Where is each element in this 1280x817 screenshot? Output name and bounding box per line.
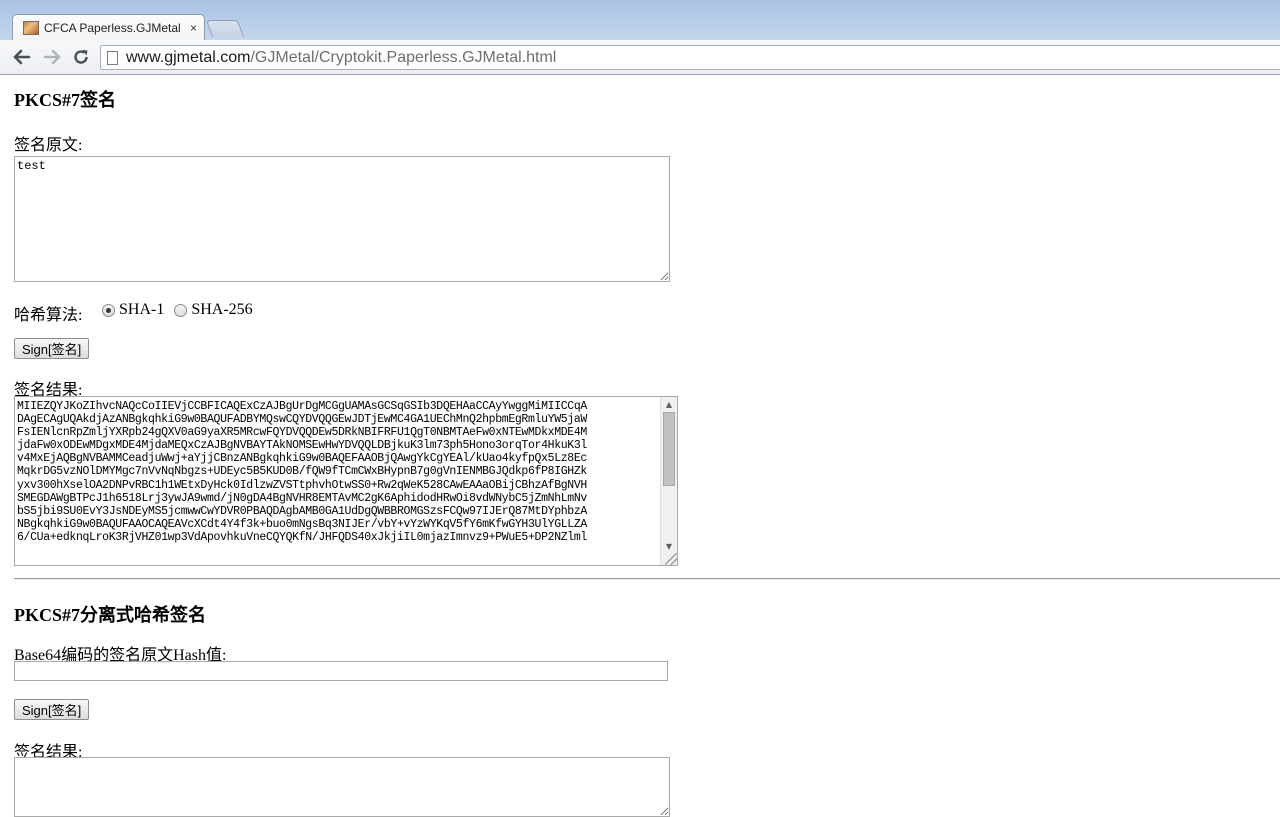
result-line: MqkrDG5vzNOlDMYMgc7nVvNqNbgzs+UDEyc5B5KU… [17, 465, 587, 479]
result-line: NBgkqhkiG9w0BAQUFAAOCAQEAVcXCdt4Y4f3k+bu… [17, 517, 587, 531]
detached-result-textarea[interactable] [14, 757, 670, 817]
forward-icon[interactable] [40, 46, 64, 68]
url-host: www.gjmetal.com [126, 48, 251, 66]
scroll-down-icon[interactable]: ▼ [661, 539, 677, 553]
radio-sha1[interactable] [102, 303, 115, 317]
url-path: /GJMetal/Cryptokit.Paperless.GJMetal.htm… [250, 48, 557, 66]
hash-input[interactable] [14, 661, 668, 681]
result-textarea[interactable]: MIIEZQYJKoZIhvcNAQcCoIIEVjCCBFICAQExCzAJ… [14, 396, 678, 566]
result-line: yxv300hXselOA2DNPvRBC1h1WEtxDyHck0IdlzwZ… [17, 478, 587, 492]
detached-sign-button[interactable]: Sign[签名] [14, 699, 90, 720]
source-textarea[interactable]: test [14, 156, 670, 282]
close-icon[interactable]: × [190, 21, 197, 35]
result-line: FsIENlcnRpZmljYXRpb24gQXV0aG9yaXR5MRcwFQ… [17, 426, 587, 440]
reload-icon[interactable] [69, 46, 93, 68]
page-icon [107, 50, 118, 65]
result-line: SMEGDAWgBTPcJ1h6518Lrj3ywJA9wmd/jN0gDA4B… [17, 491, 587, 505]
favicon-icon [23, 21, 39, 35]
sign-button[interactable]: Sign[签名] [14, 338, 90, 359]
section-title-detached-hash-sign: PKCS#7分离式哈希签名 [14, 605, 207, 625]
resize-grip-icon[interactable] [665, 553, 677, 565]
result-line: jdaFw0xODEwMDgxMDE4MjdaMEQxCzAJBgNVBAYTA… [17, 439, 587, 453]
scroll-up-icon[interactable]: ▲ [661, 397, 677, 411]
hash-algorithm-label: 哈希算法: [14, 307, 83, 324]
result-line: DAgECAgUQAkdjAzANBgkqhkiG9w0BAQUFADBYMQs… [17, 413, 587, 427]
radio-sha256-label: SHA-256 [191, 301, 253, 318]
browser-toolbar: www.gjmetal.com/GJMetal/Cryptokit.Paperl… [0, 40, 1280, 75]
radio-sha1-label: SHA-1 [119, 301, 165, 318]
new-tab-button[interactable] [205, 20, 245, 37]
address-bar[interactable]: www.gjmetal.com/GJMetal/Cryptokit.Paperl… [100, 45, 1280, 70]
hash-algorithm-group: SHA-1 SHA-256 [102, 301, 263, 319]
section-divider [14, 578, 1280, 580]
result-line: 6/CUa+edknqLroK3RjVHZ01wp3VdApovhkuVneCQ… [17, 530, 587, 544]
source-label: 签名原文: [14, 137, 83, 154]
browser-titlebar: CFCA Paperless.GJMetal C × [0, 0, 1280, 41]
tab-title: CFCA Paperless.GJMetal C [44, 21, 184, 35]
section-title-pkcs7-sign: PKCS#7签名 [14, 90, 117, 110]
result-line: bS5jbi9SU0EvY3JsNDEyMS5jcmwwCwYDVR0PBAQD… [17, 504, 587, 518]
result-line: v4MxEjAQBgNVBAMMCeadjuWwj+aYjjCBnzANBgkq… [17, 452, 587, 466]
result-text: MIIEZQYJKoZIhvcNAQcCoIIEVjCCBFICAQExCzAJ… [17, 400, 660, 562]
result-line: MIIEZQYJKoZIhvcNAQcCoIIEVjCCBFICAQExCzAJ… [17, 400, 587, 413]
result-scrollbar[interactable]: ▲ ▼ [660, 397, 677, 565]
browser-tab[interactable]: CFCA Paperless.GJMetal C × [12, 14, 205, 41]
scroll-thumb[interactable] [663, 412, 675, 486]
back-icon[interactable] [10, 46, 34, 68]
radio-sha256[interactable] [174, 303, 188, 317]
